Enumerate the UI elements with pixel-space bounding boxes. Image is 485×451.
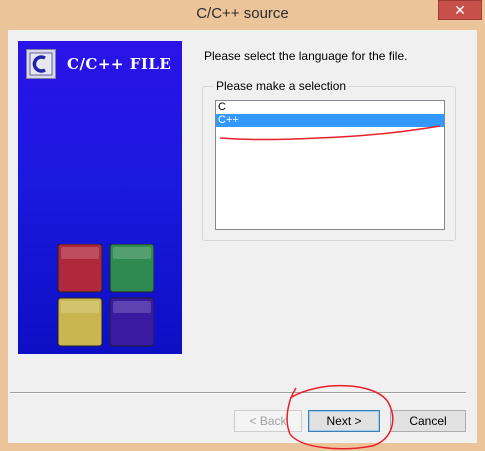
cube-purple [109, 297, 154, 347]
list-item-c[interactable]: C [216, 101, 444, 114]
wizard-banner: C C/C++ FILE [18, 41, 182, 354]
cancel-button[interactable]: Cancel [390, 410, 466, 432]
list-item-label: C [218, 101, 226, 113]
language-listbox[interactable]: C C++ [215, 100, 445, 230]
cubes-graphic [57, 244, 154, 347]
wizard-client-area: C C/C++ FILE Please select the language … [8, 30, 477, 443]
banner-title: C/C++ FILE [67, 55, 172, 73]
group-label: Please make a selection [213, 79, 350, 93]
window-title: C/C++ source [196, 5, 289, 22]
next-button[interactable]: Next > [308, 410, 380, 432]
c-file-logo-icon: C [26, 49, 56, 79]
dialog-window: C/C++ source ✕ C C/C++ FILE Please selec… [0, 0, 485, 451]
close-icon: ✕ [454, 2, 466, 18]
list-item-label: C++ [218, 114, 239, 126]
cube-yellow [57, 297, 103, 347]
prompt-text: Please select the language for the file. [204, 49, 408, 63]
close-button[interactable]: ✕ [438, 0, 482, 20]
cube-red [57, 244, 103, 293]
button-separator [10, 392, 466, 394]
title-bar[interactable]: C/C++ source ✕ [0, 0, 485, 30]
cube-green [109, 244, 154, 293]
back-button[interactable]: < Back [234, 410, 302, 432]
list-item-cpp[interactable]: C++ [216, 114, 444, 127]
